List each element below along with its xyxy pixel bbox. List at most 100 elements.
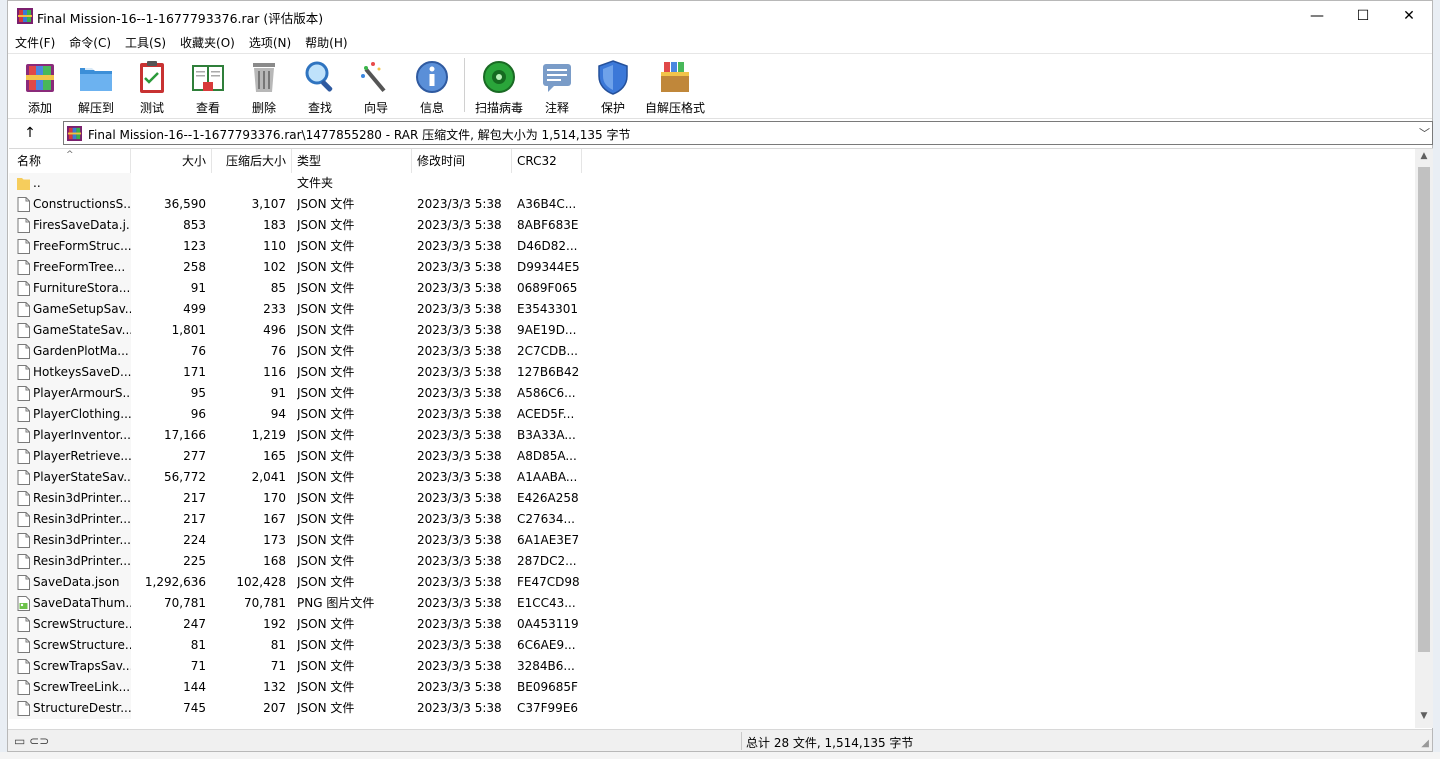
minimize-button[interactable]: — — [1294, 1, 1340, 31]
scrollbar-thumb[interactable] — [1418, 167, 1430, 652]
address-path: Final Mission-16--1-1677793376.rar\14778… — [88, 128, 631, 142]
sfx-button[interactable]: 自解压格式 — [641, 54, 709, 116]
menu-favorites[interactable]: 收藏夹(O) — [173, 34, 242, 51]
column-crc[interactable]: CRC32 — [512, 149, 582, 173]
table-row[interactable]: ScrewStructure... 247 192 JSON 文件 2023/3/3 5… — [9, 614, 1415, 635]
folder-icon — [17, 178, 30, 190]
file-type: JSON 文件 — [297, 302, 355, 316]
file-type: JSON 文件 — [297, 365, 355, 379]
file-list-header: 名称 ^ 大小 压缩后大小 类型 修改时间 CRC32 — [9, 149, 1415, 173]
resize-grip-icon[interactable]: ◢ — [1421, 738, 1429, 749]
file-icon — [17, 617, 30, 632]
extract-to-button[interactable]: 解压到 — [68, 54, 124, 116]
file-modified: 2023/3/3 5:38 — [417, 218, 502, 232]
menu-commands[interactable]: 命令(C) — [62, 34, 118, 51]
table-row[interactable]: ScrewTrapsSav... 71 71 JSON 文件 2023/3/3 5:38… — [9, 656, 1415, 677]
file-size: 224 — [183, 533, 206, 547]
table-row[interactable]: Resin3dPrinter... 224 173 JSON 文件 2023/3/3 5… — [9, 530, 1415, 551]
view-button[interactable]: 查看 — [180, 54, 236, 116]
file-size: 853 — [183, 218, 206, 232]
table-row[interactable]: StructureDestr... 745 207 JSON 文件 2023/3/3 5… — [9, 698, 1415, 719]
wizard-button[interactable]: 向导 — [348, 54, 404, 116]
close-button[interactable]: ✕ — [1386, 1, 1432, 31]
table-row[interactable]: GameStateSav... 1,801 496 JSON 文件 2023/3/3 5… — [9, 320, 1415, 341]
table-row[interactable]: PlayerClothing... 96 94 JSON 文件 2023/3/3 5:3… — [9, 404, 1415, 425]
file-crc: E426A258 — [517, 491, 579, 505]
drive-icon[interactable]: ▭ ⊂⊃ — [14, 734, 49, 748]
file-modified: 2023/3/3 5:38 — [417, 386, 502, 400]
test-button[interactable]: 测试 — [124, 54, 180, 116]
comment-button[interactable]: 注释 — [529, 54, 585, 116]
table-row[interactable]: .. 文件夹 — [9, 173, 1415, 194]
protect-button[interactable]: 保护 — [585, 54, 641, 116]
desktop-background-left — [0, 0, 7, 759]
column-name-label: 名称 — [17, 154, 42, 168]
chevron-down-icon[interactable]: ﹀ — [1419, 125, 1430, 141]
file-icon — [17, 554, 30, 569]
table-row[interactable]: GardenPlotMa... 76 76 JSON 文件 2023/3/3 5:38 2… — [9, 341, 1415, 362]
file-crc: FE47CD98 — [517, 575, 580, 589]
table-row[interactable]: SaveDataThum... 70,781 70,781 PNG 图片文件 2023/… — [9, 593, 1415, 614]
column-type[interactable]: 类型 — [292, 149, 412, 173]
column-name[interactable]: 名称 ^ — [9, 149, 131, 173]
table-row[interactable]: PlayerRetrieve... 277 165 JSON 文件 2023/3/3 5… — [9, 446, 1415, 467]
maximize-button[interactable]: ☐ — [1340, 1, 1386, 31]
winrar-app-icon[interactable] — [17, 8, 33, 24]
table-row[interactable]: FiresSaveData.j... 853 183 JSON 文件 2023/3/3 … — [9, 215, 1415, 236]
up-folder-button[interactable]: ↑ — [18, 122, 42, 144]
table-row[interactable]: PlayerStateSav... 56,772 2,041 JSON 文件 2023/… — [9, 467, 1415, 488]
menu-file[interactable]: 文件(F) — [8, 34, 62, 51]
table-row[interactable]: ConstructionsS... 36,590 3,107 JSON 文件 2023/… — [9, 194, 1415, 215]
file-size: 144 — [183, 680, 206, 694]
column-packed[interactable]: 压缩后大小 — [212, 149, 292, 173]
file-icon — [17, 239, 30, 254]
table-row[interactable]: ScrewStructure... 81 81 JSON 文件 2023/3/3 5:3… — [9, 635, 1415, 656]
file-icon — [17, 281, 30, 296]
view-book-icon — [192, 65, 224, 91]
file-size: 96 — [190, 407, 206, 421]
find-button[interactable]: 查找 — [292, 54, 348, 116]
file-packed-size — [212, 173, 286, 194]
add-archive-icon — [26, 64, 54, 92]
file-type: JSON 文件 — [297, 701, 355, 715]
file-packed-size: 81 — [270, 638, 286, 652]
table-row[interactable]: Resin3dPrinter... 225 168 JSON 文件 2023/3/3 5… — [9, 551, 1415, 572]
table-row[interactable]: FurnitureStora... 91 85 JSON 文件 2023/3/3 5:3… — [9, 278, 1415, 299]
table-row[interactable]: Resin3dPrinter... 217 167 JSON 文件 2023/3/3 5… — [9, 509, 1415, 530]
table-row[interactable]: FreeFormTree... 258 102 JSON 文件 2023/3/3 5:3… — [9, 257, 1415, 278]
column-size[interactable]: 大小 — [131, 149, 212, 173]
table-row[interactable]: ScrewTreeLink... 144 132 JSON 文件 2023/3/3 5:… — [9, 677, 1415, 698]
info-button[interactable]: 信息 — [404, 54, 460, 116]
file-packed-size: 233 — [263, 302, 286, 316]
file-size: 745 — [183, 701, 206, 715]
table-row[interactable]: FreeFormStruc... 123 110 JSON 文件 2023/3/3 5:… — [9, 236, 1415, 257]
find-magnifier-icon — [305, 61, 333, 92]
table-row[interactable]: Resin3dPrinter... 217 170 JSON 文件 2023/3/3 5… — [9, 488, 1415, 509]
column-modified[interactable]: 修改时间 — [412, 149, 512, 173]
file-packed-size: 102 — [263, 260, 286, 274]
scroll-up-icon[interactable]: ▲ — [1415, 151, 1433, 165]
menu-tools[interactable]: 工具(S) — [118, 34, 173, 51]
file-icon — [17, 533, 30, 548]
file-type: JSON 文件 — [297, 659, 355, 673]
delete-button[interactable]: 删除 — [236, 54, 292, 116]
table-row[interactable]: HotkeysSaveD... 171 116 JSON 文件 2023/3/3 5:3… — [9, 362, 1415, 383]
virus-scan-icon — [483, 61, 515, 93]
vertical-scrollbar[interactable]: ▲ ▼ — [1415, 149, 1433, 728]
scroll-down-icon[interactable]: ▼ — [1415, 711, 1433, 725]
virus-scan-button[interactable]: 扫描病毒 — [469, 54, 529, 116]
table-row[interactable]: SaveData.json 1,292,636 102,428 JSON 文件 2023… — [9, 572, 1415, 593]
address-bar[interactable]: Final Mission-16--1-1677793376.rar\14778… — [63, 121, 1433, 145]
file-size: 36,590 — [164, 197, 206, 211]
menu-help[interactable]: 帮助(H) — [298, 34, 354, 51]
add-button[interactable]: 添加 — [12, 54, 68, 116]
table-row[interactable]: PlayerInventor... 17,166 1,219 JSON 文件 2023/… — [9, 425, 1415, 446]
table-row[interactable]: GameSetupSav... 499 233 JSON 文件 2023/3/3 5:3… — [9, 299, 1415, 320]
menu-options[interactable]: 选项(N) — [242, 34, 298, 51]
toolbar: 添加 解压到 测试 查看 删除 查找 向导 信息 扫描病毒 注释 保护 自解压格… — [8, 53, 1432, 117]
desktop-background-bottom — [0, 752, 1440, 759]
file-modified: 2023/3/3 5:38 — [417, 323, 502, 337]
add-label: 添加 — [27, 101, 52, 115]
table-row[interactable]: PlayerArmourS... 95 91 JSON 文件 2023/3/3 5:38… — [9, 383, 1415, 404]
file-name: FiresSaveData.j... — [33, 218, 131, 232]
